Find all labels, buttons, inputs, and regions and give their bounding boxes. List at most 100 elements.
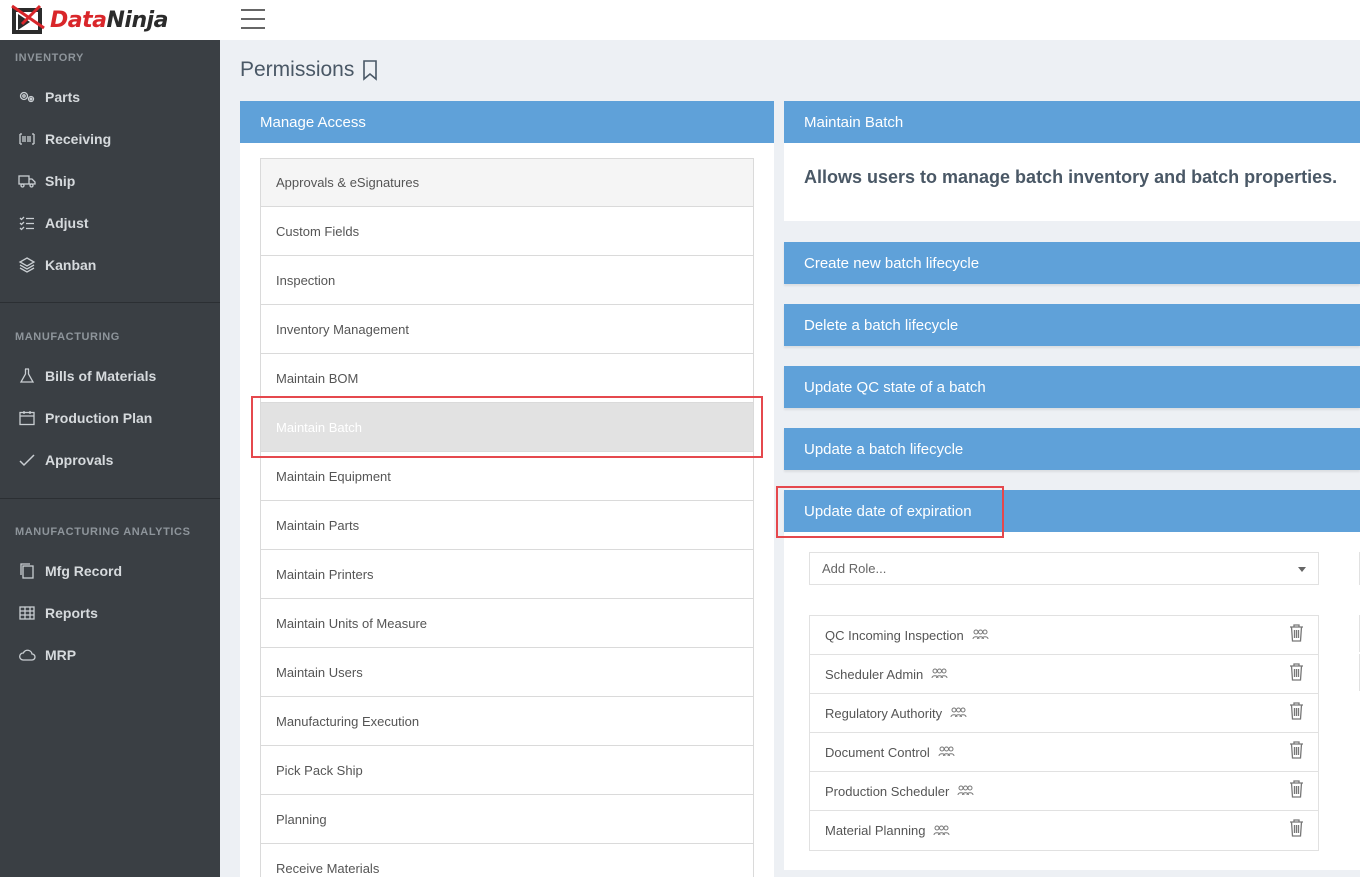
users-group-icon [972,629,989,640]
permission-item-custom-fields[interactable]: Custom Fields [260,207,754,256]
sidebar-item-label: Bills of Materials [45,368,157,384]
permission-item-maintain-equipment[interactable]: Maintain Equipment [260,452,754,501]
permission-item-maintain-batch[interactable]: Maintain Batch [260,403,754,452]
detail-header: Maintain Batch [784,101,1360,143]
role-row: Production Scheduler [810,772,1318,811]
table-icon [19,606,35,620]
sidebar-section-inventory: INVENTORY [15,52,84,64]
roles-card: Add Role... QC Incoming Inspection Sched… [784,532,1360,870]
trash-icon[interactable] [1289,702,1304,720]
permission-item-inventory-management[interactable]: Inventory Management [260,305,754,354]
brand-name: DataNinja [50,7,168,33]
permission-list: Approvals & eSignatures Custom Fields In… [260,158,754,877]
check-icon [19,454,35,467]
role-row: Regulatory Authority [810,694,1318,733]
sidebar-section-manufacturing: MANUFACTURING [15,331,120,343]
copy-icon [20,563,34,579]
permission-item-approvals-esignatures[interactable]: Approvals & eSignatures [260,158,754,207]
action-delete-batch-lifecycle[interactable]: Delete a batch lifecycle [784,304,1360,346]
role-row: QC Incoming Inspection [810,616,1318,655]
top-bar: DataNinja [0,0,1360,40]
manage-access-header: Manage Access [240,101,774,143]
permission-item-maintain-parts[interactable]: Maintain Parts [260,501,754,550]
action-update-qc-state[interactable]: Update QC state of a batch [784,366,1360,408]
role-row: Document Control [810,733,1318,772]
logo[interactable]: DataNinja [10,4,168,36]
sidebar-item-bills-of-materials[interactable]: Bills of Materials [0,356,220,396]
users-group-icon [931,668,948,679]
sidebar-item-label: Kanban [45,257,97,273]
sidebar-item-label: Reports [45,605,98,621]
barcode-icon [19,133,35,145]
caret-down-icon [1298,567,1306,572]
sidebar-section-manufacturing-analytics: MANUFACTURING ANALYTICS [15,526,191,538]
role-row: Material Planning [810,811,1318,850]
sidebar-item-label: Production Plan [45,410,153,426]
sidebar-item-kanban[interactable]: Kanban [0,245,220,285]
action-create-batch-lifecycle[interactable]: Create new batch lifecycle [784,242,1360,284]
sidebar-item-parts[interactable]: Parts [0,77,220,117]
sidebar-item-label: Ship [45,173,76,189]
cloud-icon [19,649,36,661]
role-name: Material Planning [825,823,926,838]
permission-description: Allows users to manage batch inventory a… [804,167,1338,187]
users-group-icon [950,707,967,718]
role-name: Scheduler Admin [825,666,924,682]
permission-item-manufacturing-execution[interactable]: Manufacturing Execution [260,697,754,746]
menu-toggle-icon[interactable] [241,9,265,31]
trash-icon[interactable] [1289,663,1304,681]
trash-icon[interactable] [1289,741,1304,759]
sidebar-item-label: Receiving [45,131,112,147]
add-role-placeholder: Add Role... [822,561,887,576]
flask-icon [19,368,35,383]
trash-icon[interactable] [1289,819,1304,837]
sidebar-divider [0,302,220,303]
role-name: QC Incoming Inspection [825,627,964,643]
add-role-select[interactable]: Add Role... [809,552,1319,585]
users-group-icon [957,785,974,796]
permission-item-maintain-printers[interactable]: Maintain Printers [260,550,754,599]
permission-item-maintain-users[interactable]: Maintain Users [260,648,754,697]
permission-item-inspection[interactable]: Inspection [260,256,754,305]
trash-icon[interactable] [1289,624,1304,642]
permission-item-maintain-units-of-measure[interactable]: Maintain Units of Measure [260,599,754,648]
page-title: Permissions [240,58,378,82]
sidebar-item-label: MRP [45,647,77,663]
manage-access-panel: Manage Access Approvals & eSignatures Cu… [240,101,774,877]
sidebar-item-mrp[interactable]: MRP [0,635,220,675]
permission-item-maintain-bom[interactable]: Maintain BOM [260,354,754,403]
permission-item-planning[interactable]: Planning [260,795,754,844]
sidebar-item-production-plan[interactable]: Production Plan [0,398,220,438]
permission-detail-panel: Maintain Batch Allows users to manage ba… [784,101,1360,532]
sidebar-item-approvals[interactable]: Approvals [0,440,220,480]
sidebar-item-mfg-record[interactable]: Mfg Record [0,551,220,591]
checklist-icon [19,216,34,231]
gears-icon [19,91,35,103]
sidebar-divider [0,498,220,499]
sidebar-item-ship[interactable]: Ship [0,161,220,201]
role-row: Scheduler Admin [810,655,1318,694]
role-name: Document Control [825,744,930,760]
users-group-icon [933,825,950,835]
layers-icon [18,257,36,273]
trash-icon[interactable] [1289,780,1304,798]
role-list: QC Incoming Inspection Scheduler Admin R… [809,615,1319,851]
truck-icon [18,175,36,188]
sidebar-item-adjust[interactable]: Adjust [0,203,220,243]
dataninja-logo-icon [11,4,45,34]
sidebar: INVENTORY Parts Receiving Ship Adjust Ka… [0,40,220,877]
permission-item-pick-pack-ship[interactable]: Pick Pack Ship [260,746,754,795]
sidebar-item-label: Approvals [45,452,114,468]
sidebar-item-label: Parts [45,89,81,105]
role-name: Regulatory Authority [825,705,943,721]
users-group-icon [938,746,955,757]
page-title-text: Permissions [240,58,355,81]
sidebar-item-reports[interactable]: Reports [0,593,220,633]
sidebar-item-label: Mfg Record [45,563,122,579]
action-update-batch-lifecycle[interactable]: Update a batch lifecycle [784,428,1360,470]
calendar-icon [19,411,35,426]
bookmark-icon[interactable] [362,59,378,81]
permission-item-receive-materials[interactable]: Receive Materials [260,844,754,877]
sidebar-item-receiving[interactable]: Receiving [0,119,220,159]
action-update-date-of-expiration[interactable]: Update date of expiration [784,490,1360,532]
